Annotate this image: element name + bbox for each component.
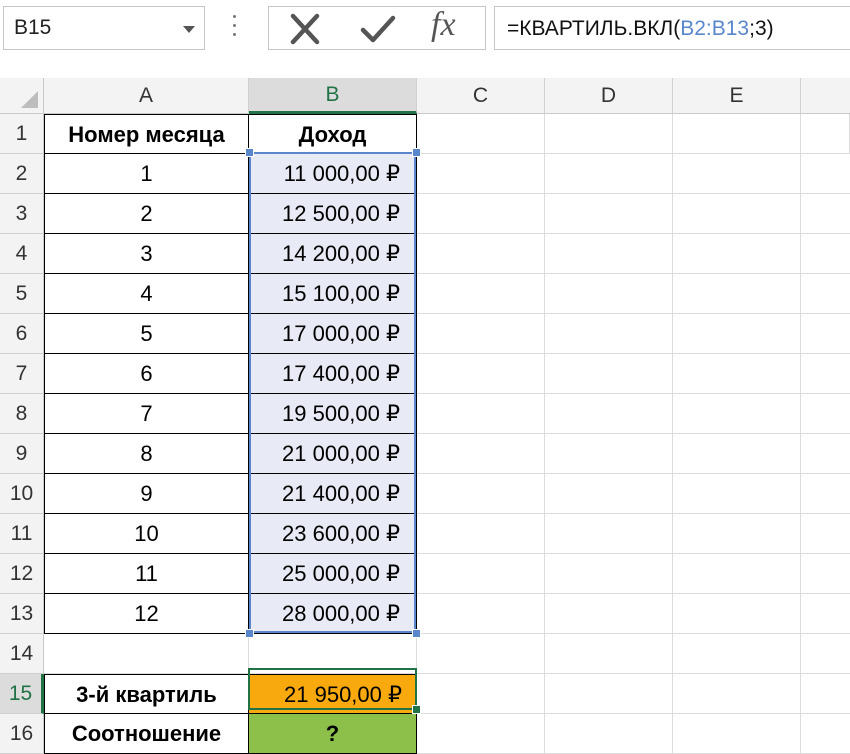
cell-a5[interactable]: 4 [44,274,249,314]
column-header-b[interactable]: B [249,78,417,114]
select-all-button[interactable] [0,78,44,114]
cell-b7[interactable]: 17 400,00 ₽ [249,354,417,394]
cell-e1[interactable] [673,114,801,154]
cell-b13[interactable]: 28 000,00 ₽ [249,594,417,634]
cell-a9[interactable]: 8 [44,434,249,474]
cell-b4[interactable]: 14 200,00 ₽ [249,234,417,274]
row-header-16[interactable]: 16 [0,714,44,754]
row-header-15[interactable]: 15 [0,674,44,714]
cell-b11[interactable]: 23 600,00 ₽ [249,514,417,554]
fx-icon: fx [431,6,456,43]
cell-a2[interactable]: 1 [44,154,249,194]
x-icon [290,13,320,45]
row-header-14[interactable]: 14 [0,634,44,674]
range-handle-bottom-right[interactable] [412,629,421,638]
cell-a10[interactable]: 9 [44,474,249,514]
name-box[interactable]: B15 [3,6,205,50]
enter-button[interactable] [345,7,405,49]
row-header-4[interactable]: 4 [0,234,44,274]
formula-bar: B15 fx =КВАРТИЛЬ.ВКЛ(B2:B13;3) [0,0,850,78]
cell-a1[interactable]: Номер месяца [44,114,249,154]
chevron-down-icon[interactable] [183,26,195,33]
row-header-12[interactable]: 12 [0,554,44,594]
cell-a3[interactable]: 2 [44,194,249,234]
formula-range-ref: B2:B13 [680,17,750,40]
row-header-2[interactable]: 2 [0,154,44,194]
cell-a4[interactable]: 3 [44,234,249,274]
row-header-10[interactable]: 10 [0,474,44,514]
cell-a15[interactable]: 3-й квартиль [44,674,249,714]
cell-b3[interactable]: 12 500,00 ₽ [249,194,417,234]
cell-b2[interactable]: 11 000,00 ₽ [249,154,417,194]
row-header-6[interactable]: 6 [0,314,44,354]
cell-b8[interactable]: 19 500,00 ₽ [249,394,417,434]
cell-a6[interactable]: 5 [44,314,249,354]
row-header-3[interactable]: 3 [0,194,44,234]
column-header-e[interactable]: E [673,78,801,114]
formula-text: =КВАРТИЛЬ.ВКЛ(B2:B13;3) [507,17,774,40]
cell-a12[interactable]: 11 [44,554,249,594]
cell-a8[interactable]: 7 [44,394,249,434]
row-header-1[interactable]: 1 [0,114,44,154]
insert-function-button[interactable]: fx [419,6,479,49]
row-header-5[interactable]: 5 [0,274,44,314]
cancel-button[interactable] [273,7,333,49]
cell-b1[interactable]: Доход [249,114,417,154]
cell-a11[interactable]: 10 [44,514,249,554]
formula-buttons: fx [268,6,486,50]
cell-a13[interactable]: 12 [44,594,249,634]
more-options-icon[interactable] [233,15,237,39]
cell-a14[interactable] [44,634,249,674]
row-header-13[interactable]: 13 [0,594,44,634]
name-box-value: B15 [14,16,52,39]
checkmark-icon [360,15,396,43]
column-header-c[interactable]: C [417,78,545,114]
cell-d1[interactable] [545,114,673,154]
formula-input[interactable]: =КВАРТИЛЬ.ВКЛ(B2:B13;3) [494,6,850,50]
row-header-11[interactable]: 11 [0,514,44,554]
cell-b9[interactable]: 21 000,00 ₽ [249,434,417,474]
cell-b10[interactable]: 21 400,00 ₽ [249,474,417,514]
cell-b14[interactable] [249,634,417,674]
fill-handle[interactable] [412,705,421,714]
row-header-9[interactable]: 9 [0,434,44,474]
cell-b12[interactable]: 25 000,00 ₽ [249,554,417,594]
cell-b15[interactable]: 21 950,00 ₽ [249,674,417,714]
column-header-f[interactable] [801,78,850,114]
cell-a7[interactable]: 6 [44,354,249,394]
cell-b16[interactable]: ? [249,714,417,754]
row-header-7[interactable]: 7 [0,354,44,394]
cell-a16[interactable]: Соотношение [44,714,249,754]
cell-b6[interactable]: 17 000,00 ₽ [249,314,417,354]
range-handle-top-right[interactable] [412,148,421,157]
row-header-8[interactable]: 8 [0,394,44,434]
cell-f1[interactable] [801,114,850,154]
range-handle-bottom-left[interactable] [245,629,254,638]
column-header-a[interactable]: A [44,78,249,114]
cell-b5[interactable]: 15 100,00 ₽ [249,274,417,314]
column-header-d[interactable]: D [545,78,673,114]
range-handle-top-left[interactable] [245,148,254,157]
cell-c1[interactable] [417,114,545,154]
spreadsheet-grid: A B C D E 1 2 3 4 5 6 7 8 9 10 11 12 13 … [0,78,850,754]
empty-cells [417,154,850,754]
